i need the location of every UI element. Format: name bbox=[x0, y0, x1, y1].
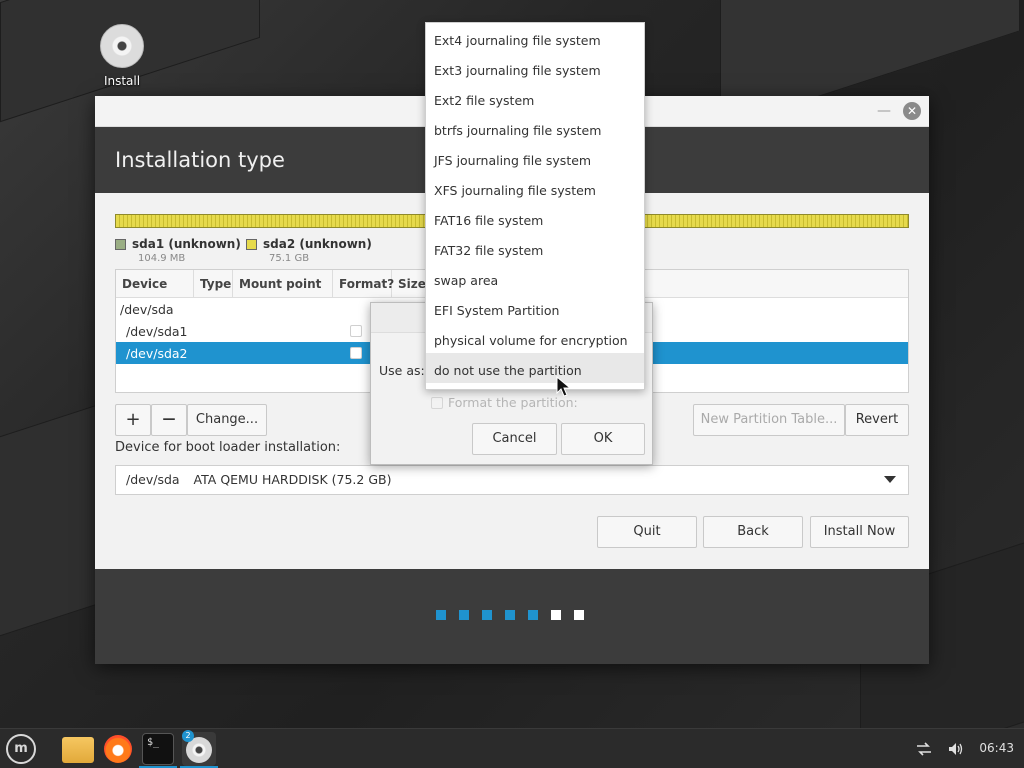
progress-dot bbox=[459, 610, 469, 620]
partition-size: 75.1 GB bbox=[269, 253, 310, 264]
column-header-mount-point[interactable]: Mount point bbox=[233, 270, 333, 297]
column-header-format[interactable]: Format? bbox=[333, 270, 394, 297]
taskbar: m $_ 2 06:43 bbox=[0, 728, 1024, 768]
column-header-device[interactable]: Device bbox=[116, 270, 194, 297]
use-as-option[interactable]: FAT16 file system bbox=[426, 203, 644, 233]
terminal-icon[interactable]: $_ bbox=[142, 733, 174, 765]
use-as-option[interactable]: swap area bbox=[426, 263, 644, 293]
change-partition-button[interactable]: Change... bbox=[187, 404, 267, 436]
bootloader-device-description: ATA QEMU HARDDISK (75.2 GB) bbox=[193, 472, 392, 487]
use-as-option[interactable]: Ext2 file system bbox=[426, 83, 644, 113]
use-as-option[interactable]: FAT32 file system bbox=[426, 233, 644, 263]
network-icon[interactable] bbox=[915, 741, 933, 757]
remove-partition-button[interactable]: — bbox=[151, 404, 187, 436]
mint-menu-icon[interactable]: m bbox=[6, 734, 36, 764]
add-partition-button[interactable]: + bbox=[115, 404, 151, 436]
dropdown-arrow-icon bbox=[884, 476, 896, 483]
install-now-button[interactable]: Install Now bbox=[810, 516, 909, 548]
use-as-option[interactable]: EFI System Partition bbox=[426, 293, 644, 323]
progress-dot bbox=[551, 610, 561, 620]
clock[interactable]: 06:43 bbox=[979, 741, 1014, 757]
use-as-option[interactable]: btrfs journaling file system bbox=[426, 113, 644, 143]
partition-legend-sda1: sda1 (unknown) 104.9 MB bbox=[115, 237, 241, 264]
use-as-dropdown-list: Ext4 journaling file system Ext3 journali… bbox=[425, 22, 645, 390]
use-as-option[interactable]: Ext4 journaling file system bbox=[426, 23, 644, 53]
progress-dots bbox=[436, 610, 584, 620]
format-checkbox[interactable] bbox=[350, 347, 362, 359]
bootloader-device: /dev/sda bbox=[126, 472, 180, 487]
firefox-icon[interactable] bbox=[104, 735, 132, 763]
mouse-cursor-icon bbox=[556, 376, 572, 397]
new-partition-table-button[interactable]: New Partition Table... bbox=[693, 404, 845, 436]
legend-swatch bbox=[115, 239, 126, 250]
use-as-label: Use as: bbox=[379, 363, 425, 378]
desktop-install-icon[interactable]: Install bbox=[98, 24, 146, 88]
installer-taskbar-button[interactable]: 2 bbox=[182, 730, 216, 766]
format-checkbox[interactable] bbox=[431, 397, 443, 409]
use-as-option[interactable]: XFS journaling file system bbox=[426, 173, 644, 203]
partition-name: sda1 (unknown) bbox=[132, 237, 241, 251]
minimize-icon[interactable]: — bbox=[877, 104, 891, 118]
legend-swatch bbox=[246, 239, 257, 250]
use-as-option[interactable]: do not use the partition bbox=[426, 353, 644, 383]
ok-button[interactable]: OK bbox=[561, 423, 645, 455]
files-folder-icon[interactable] bbox=[62, 737, 94, 763]
window-count-badge: 2 bbox=[182, 730, 194, 742]
back-button[interactable]: Back bbox=[703, 516, 803, 548]
bootloader-label: Device for boot loader installation: bbox=[115, 440, 341, 455]
partition-name: sda2 (unknown) bbox=[263, 237, 372, 251]
partition-legend-sda2: sda2 (unknown) 75.1 GB bbox=[246, 237, 372, 264]
column-header-type[interactable]: Type bbox=[194, 270, 233, 297]
partition-size: 104.9 MB bbox=[138, 253, 186, 264]
device-cell: /dev/sda1 bbox=[126, 324, 188, 339]
close-icon[interactable]: ✕ bbox=[903, 102, 921, 120]
progress-dot bbox=[528, 610, 538, 620]
volume-icon[interactable] bbox=[947, 741, 965, 757]
device-cell: /dev/sda bbox=[120, 302, 174, 317]
desktop-install-label: Install bbox=[103, 74, 141, 88]
bootloader-device-select[interactable]: /dev/sda ATA QEMU HARDDISK (75.2 GB) bbox=[115, 465, 909, 495]
revert-button[interactable]: Revert bbox=[845, 404, 909, 436]
device-cell: /dev/sda2 bbox=[126, 346, 188, 361]
system-tray: 06:43 bbox=[915, 741, 1014, 757]
cancel-button[interactable]: Cancel bbox=[472, 423, 557, 455]
progress-dot bbox=[482, 610, 492, 620]
use-as-option[interactable]: JFS journaling file system bbox=[426, 143, 644, 173]
progress-dot bbox=[574, 610, 584, 620]
use-as-option[interactable]: Ext3 journaling file system bbox=[426, 53, 644, 83]
quit-button[interactable]: Quit bbox=[597, 516, 697, 548]
progress-dot bbox=[436, 610, 446, 620]
disc-icon bbox=[100, 24, 144, 68]
format-checkbox[interactable] bbox=[350, 325, 362, 337]
installer-footer bbox=[95, 569, 929, 664]
progress-dot bbox=[505, 610, 515, 620]
use-as-option[interactable]: physical volume for encryption bbox=[426, 323, 644, 353]
